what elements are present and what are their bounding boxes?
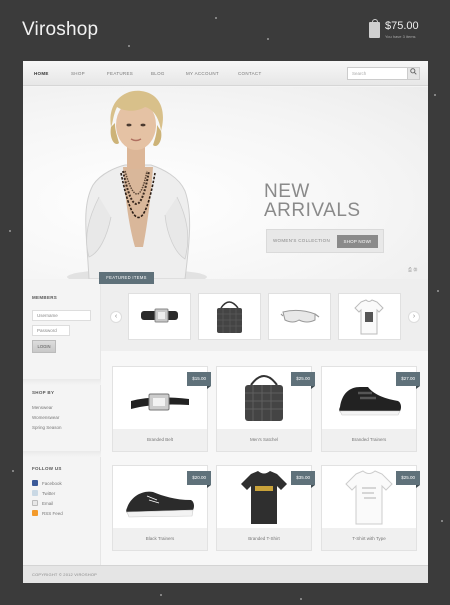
price-badge: $25.00 (396, 471, 420, 488)
search-input[interactable]: Search (347, 67, 408, 80)
satchel-icon (217, 301, 242, 333)
sunglasses-icon (280, 309, 320, 323)
hero-title: NEW ARRIVALS (264, 182, 361, 220)
product-name: Men's Satchel (217, 429, 311, 451)
featured-item-satchel[interactable] (198, 293, 261, 340)
footer-copyright: COPYRIGHT © 2012 VIROSHOP (23, 565, 428, 583)
featured-item-tshirt[interactable] (338, 293, 401, 340)
sidebar-link-womenswear[interactable]: Womenswear (32, 415, 59, 420)
product-card[interactable]: $15.00 Branded Belt (112, 366, 211, 452)
hero-model-image (67, 90, 207, 279)
sidebar-divider (23, 451, 101, 457)
sidebar: MEMBERS Username Password LOGIN SHOP BY … (23, 279, 101, 565)
product-card[interactable]: $27.00 Branded Trainers (321, 366, 420, 452)
product-card[interactable]: $25.00 Men's Satchel (216, 366, 315, 452)
cart-item-count: You have 3 items (385, 34, 416, 39)
nav-item-contact[interactable]: CONTACT (238, 61, 262, 86)
nav-item-features[interactable]: FEATURES (107, 61, 133, 86)
main-nav: HOME SHOP FEATURES BLOG MY ACCOUNT CONTA… (23, 61, 428, 86)
follow-email[interactable]: Email (32, 500, 53, 506)
cart-summary[interactable]: $75.00 You have 3 items (369, 19, 419, 39)
price-badge: $35.00 (291, 471, 315, 488)
search-button[interactable] (407, 67, 420, 80)
email-icon (32, 500, 38, 506)
settings-icon[interactable]: ⚙ (413, 267, 417, 273)
product-card[interactable]: $25.00 T-Shirt with Type (321, 465, 420, 551)
hero-controls: ⎙ ⚙ (408, 267, 417, 273)
sidebar-link-spring-season[interactable]: Spring Season (32, 425, 62, 430)
featured-item-belt[interactable] (128, 293, 191, 340)
follow-rss-label: RSS Feed (42, 510, 63, 516)
collection-label: WOMEN'S COLLECTION (273, 238, 331, 243)
belt-icon (141, 308, 178, 323)
nav-item-blog[interactable]: BLOG (151, 61, 165, 86)
hero-banner: NEW ARRIVALS WOMEN'S COLLECTION SHOP NOW… (23, 87, 428, 279)
price-badge: $25.00 (291, 372, 315, 389)
follow-twitter-label: Twitter (42, 490, 56, 496)
follow-email-label: Email (42, 500, 54, 506)
price-badge: $15.00 (187, 372, 211, 389)
follow-heading: FOLLOW US (32, 466, 62, 471)
nav-item-my-account[interactable]: MY ACCOUNT (186, 61, 219, 86)
price-badge: $20.00 (187, 471, 211, 488)
featured-carousel: ‹ › (101, 279, 428, 351)
facebook-icon (32, 480, 38, 486)
hero-title-line2: ARRIVALS (264, 200, 361, 221)
product-card[interactable]: $20.00 Black Trainers (112, 465, 211, 551)
product-card[interactable]: $35.00 Branded T-Shirt (216, 465, 315, 551)
search-icon (410, 68, 417, 75)
rss-icon (32, 510, 38, 516)
sidebar-divider (23, 379, 101, 385)
site-logo[interactable]: Viroshop (22, 19, 98, 41)
login-button[interactable]: LOGIN (32, 340, 56, 353)
hero-title-line1: NEW (264, 181, 310, 202)
nav-item-home[interactable]: HOME (34, 61, 49, 86)
shopping-bag-icon (369, 19, 380, 38)
username-field[interactable]: Username (32, 310, 91, 321)
carousel-prev-button[interactable]: ‹ (110, 311, 122, 323)
page-container: HOME SHOP FEATURES BLOG MY ACCOUNT CONTA… (23, 61, 428, 583)
follow-twitter[interactable]: Twitter (32, 490, 55, 496)
product-name: Branded Trainers (322, 429, 416, 451)
nav-item-shop[interactable]: SHOP (71, 61, 85, 86)
product-grid: $15.00 Branded Belt $25.00 Men's Satchel… (101, 351, 428, 565)
password-field[interactable]: Password (32, 325, 70, 336)
cart-total: $75.00 (385, 20, 419, 32)
featured-item-sunglasses[interactable] (268, 293, 331, 340)
twitter-icon (32, 490, 38, 496)
product-name: Branded Belt (113, 429, 207, 451)
sidebar-link-menswear[interactable]: Menswear (32, 405, 53, 410)
members-heading: MEMBERS (32, 295, 58, 300)
product-name: T-Shirt with Type (322, 528, 416, 550)
follow-facebook[interactable]: Facebook (32, 480, 62, 486)
print-icon[interactable]: ⎙ (408, 267, 412, 273)
shop-now-button[interactable]: SHOP NOW! (337, 235, 378, 248)
collection-box: WOMEN'S COLLECTION SHOP NOW! (266, 229, 384, 253)
product-name: Branded T-Shirt (217, 528, 311, 550)
price-badge: $27.00 (396, 372, 420, 389)
product-name: Black Trainers (113, 528, 207, 550)
tshirt-icon (354, 299, 384, 335)
carousel-next-button[interactable]: › (408, 311, 420, 323)
shopby-heading: SHOP BY (32, 390, 55, 395)
featured-items-tab: FEATURED ITEMS (99, 272, 154, 284)
follow-facebook-label: Facebook (42, 480, 62, 486)
follow-rss[interactable]: RSS Feed (32, 510, 63, 516)
